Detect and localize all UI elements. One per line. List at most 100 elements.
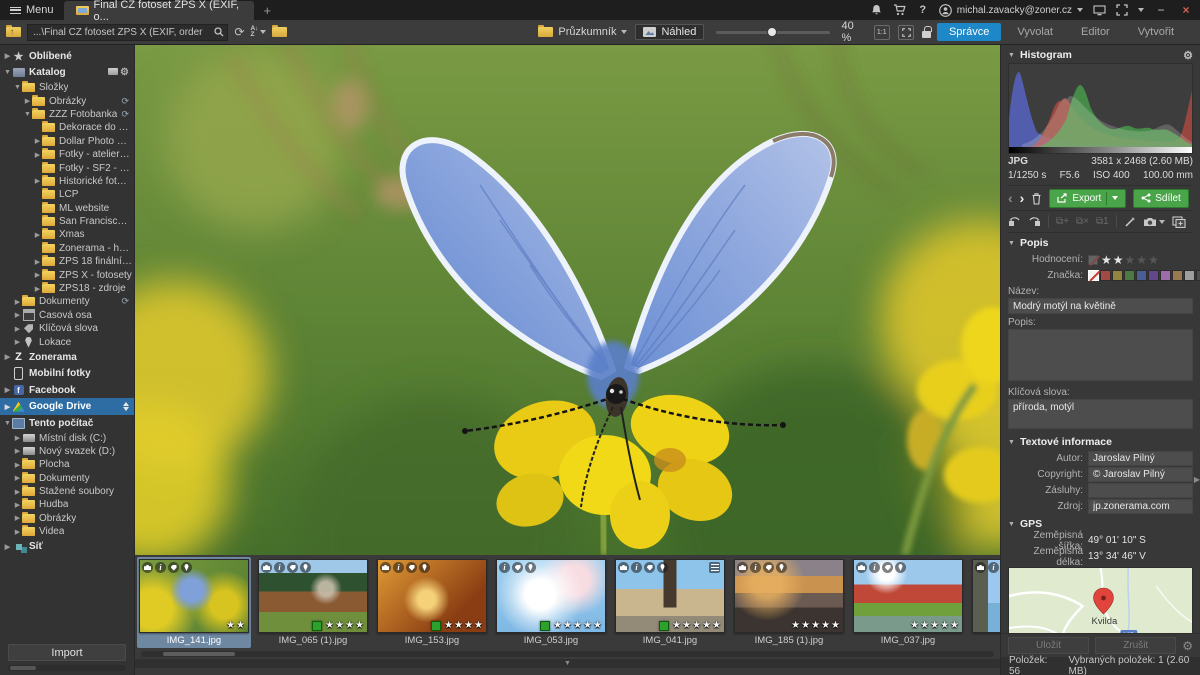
zoom-slider[interactable] [716, 31, 829, 34]
tree-item[interactable]: Zonerama - ho... [0, 242, 134, 255]
tree-item[interactable]: ▼Katalog [0, 65, 134, 82]
tab-vyvolat[interactable]: Vyvolat [1005, 23, 1065, 41]
sort-button[interactable]: A↓Z [250, 26, 266, 38]
tab-spravce[interactable]: Správce [937, 23, 1001, 41]
panel-settings-gear-icon[interactable]: ⚙ [1182, 639, 1193, 653]
filmstrip-item[interactable]: ★★★★★IMG_053.jpg [494, 557, 608, 648]
thumbnail-image[interactable]: ★★★★★ [615, 559, 725, 633]
expand-right-icon[interactable]: ▶ [33, 177, 42, 185]
expand-right-icon[interactable]: ▶ [33, 231, 42, 239]
minimize-button[interactable]: − [1153, 3, 1169, 17]
expand-right-icon[interactable]: ▶ [33, 271, 42, 279]
menu-button[interactable]: Menu [0, 0, 64, 20]
rotate-left-icon[interactable] [1008, 216, 1021, 227]
label-swatch[interactable] [1148, 270, 1159, 281]
document-tab[interactable]: Final CZ fotoset ZPS X (EXIF, o... [64, 1, 254, 20]
copyright-input[interactable] [1088, 467, 1193, 482]
tree-item[interactable]: Mobilní fotky [0, 365, 134, 382]
display-icon[interactable] [1092, 3, 1106, 17]
account-menu[interactable]: michal.zavacky@zoner.cz [939, 4, 1083, 17]
refresh-icon[interactable]: ⟳ [234, 26, 244, 38]
thumbnail-image[interactable]: ★★★★★ [734, 559, 844, 633]
filmstrip-item[interactable]: ★★★★★IMG_037.jpg [851, 557, 965, 648]
expand-right-icon[interactable]: ▶ [23, 97, 32, 105]
tree-item[interactable]: San Francisco - ... [0, 215, 134, 228]
sync-icon[interactable] [121, 109, 129, 120]
tree-item[interactable]: ▶Dokumenty [0, 295, 134, 308]
histogram-section-header[interactable]: ▼ Histogram ⚙ [1008, 47, 1193, 63]
rating-star[interactable]: ★ [1136, 254, 1147, 266]
tree-item[interactable]: ▶Časová osa [0, 309, 134, 322]
tree-item[interactable]: ▶Obrázky [0, 512, 134, 525]
tree-item[interactable]: ▶Fotky - atelier - ... [0, 148, 134, 161]
chevron-down-icon[interactable] [1138, 8, 1144, 12]
tree-item[interactable]: ▶Síť [0, 538, 134, 555]
tree-item[interactable]: ▶Plocha [0, 458, 134, 471]
filmstrip-collapse-bar[interactable]: ▼ [135, 659, 1000, 668]
no-rating-icon[interactable] [1088, 255, 1098, 265]
tree-item[interactable]: ▼ZZZ Fotobanka [0, 108, 134, 121]
tree-item[interactable]: Fotky - SF2 - Ho... [0, 161, 134, 174]
filmstrip-item[interactable]: ★★★★★IMG_041.jpg [613, 557, 727, 648]
filmstrip-item[interactable] [970, 557, 1000, 648]
tree-item[interactable]: ▶ZPS 18 finální fo... [0, 255, 134, 268]
new-tab-button[interactable]: + [254, 0, 282, 20]
share-button[interactable]: Sdílet [1133, 189, 1189, 208]
tree-item[interactable]: ML website [0, 202, 134, 215]
notifications-bell-icon[interactable] [870, 3, 884, 17]
tree-item[interactable]: ▼Tento počítač [0, 415, 134, 432]
help-icon[interactable]: ? [916, 3, 930, 17]
label-swatch[interactable] [1112, 270, 1123, 281]
export-button[interactable]: Export [1049, 189, 1126, 208]
expand-right-icon[interactable]: ▶ [13, 311, 22, 319]
expand-right-icon[interactable]: ▶ [13, 461, 22, 469]
cancel-button[interactable]: Zrušit [1095, 637, 1176, 654]
color-label-swatches[interactable] [1088, 270, 1200, 281]
expand-right-icon[interactable]: ▶ [13, 298, 22, 306]
tree-item[interactable]: ▶Dokumenty [0, 471, 134, 484]
expand-right-icon[interactable]: ▶ [13, 338, 22, 346]
rating-star[interactable]: ★ [1101, 254, 1112, 266]
rating-star[interactable]: ★ [1113, 254, 1124, 266]
tree-item[interactable]: ▶Místní disk (C:) [0, 431, 134, 444]
tree-item[interactable]: ▶Historické foto ... [0, 175, 134, 188]
filmstrip-item[interactable]: ★★IMG_141.jpg [137, 557, 251, 648]
fplus-icon[interactable] [108, 67, 118, 78]
copy-stack-icon[interactable] [1172, 216, 1186, 228]
text-info-section-header[interactable]: ▼ Textové informace [1008, 434, 1193, 450]
panel-collapse-handle[interactable]: ▶ [1194, 475, 1200, 484]
label-swatch[interactable] [1136, 270, 1147, 281]
tree-item[interactable]: ▼Složky [0, 81, 134, 94]
no-label-swatch[interactable] [1088, 270, 1099, 281]
expand-right-icon[interactable]: ▶ [3, 543, 12, 551]
tree-item[interactable]: ▶ZPS X - fotosety [0, 268, 134, 281]
tree-item[interactable]: ▶Facebook [0, 382, 134, 399]
cart-icon[interactable] [893, 3, 907, 17]
expand-right-icon[interactable]: ▶ [33, 151, 42, 159]
expand-right-icon[interactable]: ▶ [3, 386, 12, 394]
thumbnail-image[interactable]: ★★★★ [258, 559, 368, 633]
search-icon[interactable] [214, 27, 224, 37]
tree-item[interactable]: LCP [0, 188, 134, 201]
expand-right-icon[interactable]: ▶ [13, 434, 22, 442]
expand-down-icon[interactable]: ▼ [3, 69, 12, 76]
photo-viewer[interactable] [135, 45, 1000, 555]
save-button[interactable]: Uložit [1008, 637, 1089, 654]
fullscreen-icon[interactable] [1115, 3, 1129, 17]
filmstrip-item[interactable]: ★★★★IMG_065 (1).jpg [256, 557, 370, 648]
sync-icon[interactable] [121, 96, 129, 107]
expand-right-icon[interactable]: ▶ [33, 137, 42, 145]
popis-section-header[interactable]: ▼ Popis [1008, 235, 1193, 251]
rating-stars[interactable]: ★★★★★ [1088, 254, 1159, 266]
label-swatch[interactable] [1124, 270, 1135, 281]
export-dropdown-icon[interactable] [1112, 196, 1118, 200]
expand-right-icon[interactable]: ▶ [3, 353, 12, 361]
lock-icon[interactable] [922, 31, 931, 38]
rating-star[interactable]: ★ [1125, 254, 1136, 266]
autor-input[interactable] [1088, 451, 1193, 466]
expand-right-icon[interactable]: ▶ [13, 528, 22, 536]
path-search-box[interactable] [27, 24, 228, 41]
expand-right-icon[interactable]: ▶ [13, 325, 22, 333]
tree-item[interactable]: ▶Videa [0, 525, 134, 538]
close-button[interactable]: × [1178, 3, 1194, 17]
